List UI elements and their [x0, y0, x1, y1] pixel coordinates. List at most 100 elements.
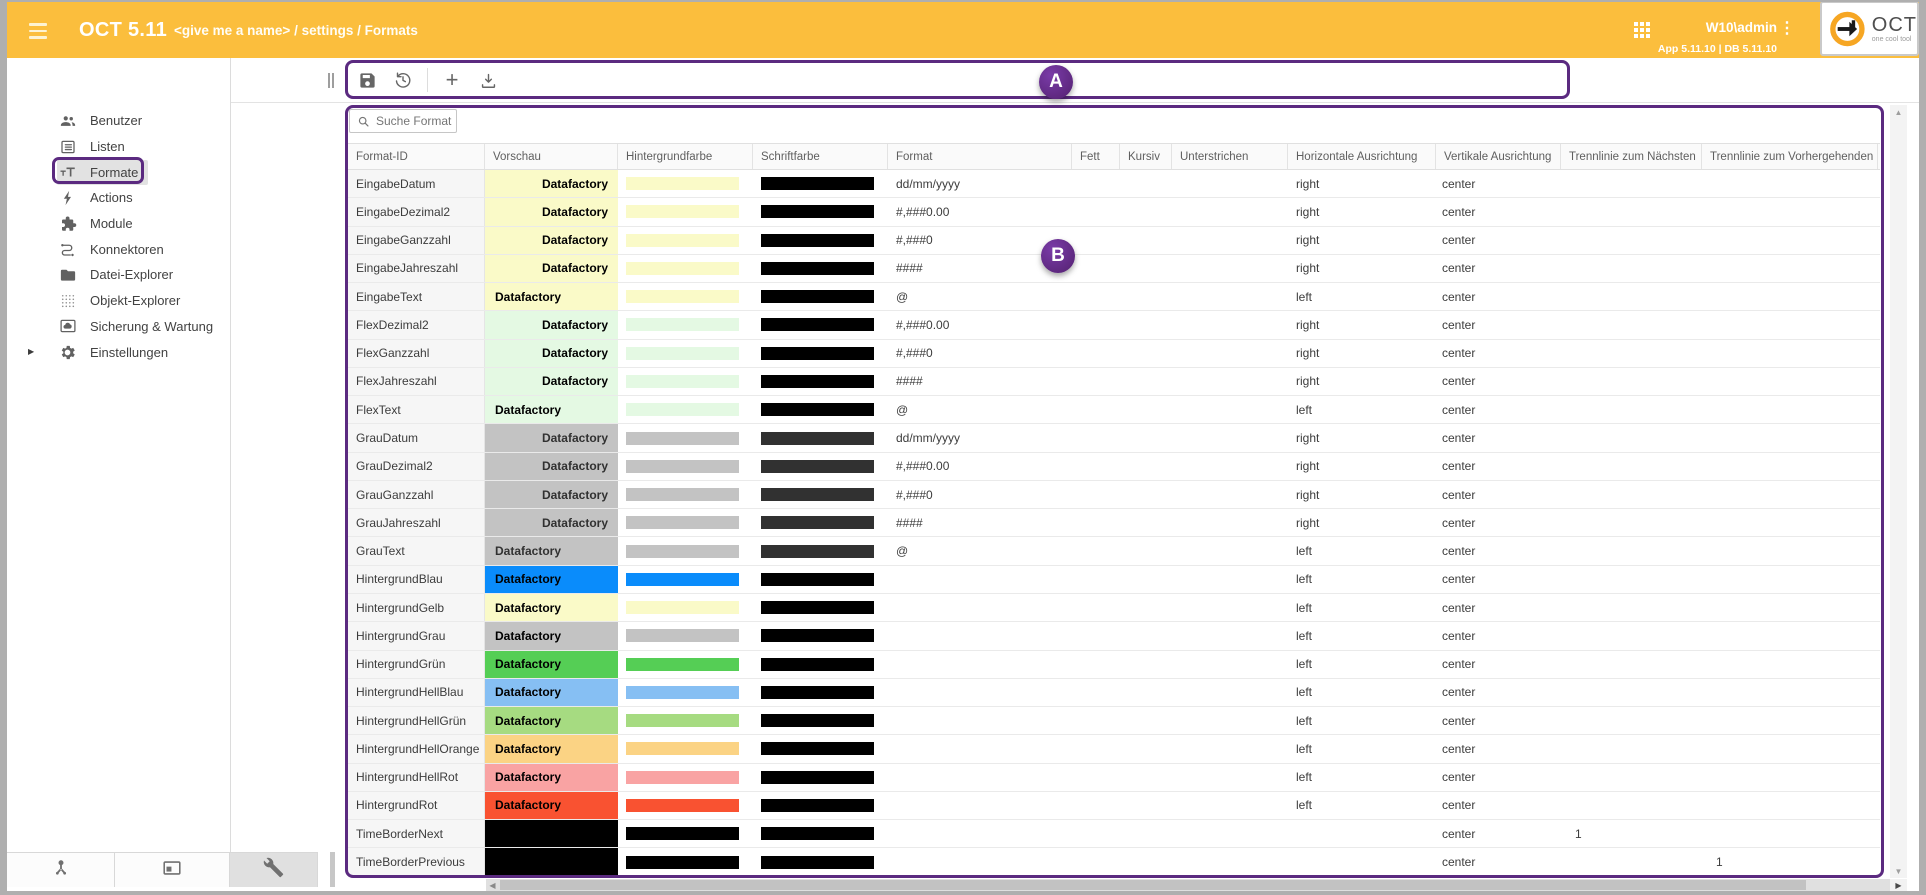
cell-background-color[interactable] [618, 622, 753, 649]
cell-underline[interactable] [1172, 651, 1288, 678]
cell-format-id[interactable]: GrauText [348, 537, 485, 564]
sidebar-item-sicherung-wartung[interactable]: Sicherung & Wartung [7, 314, 230, 340]
cell-background-color[interactable] [618, 481, 753, 508]
cell-format[interactable]: #,###0.00 [888, 198, 1072, 225]
cell-horizontal-align[interactable]: right [1288, 170, 1436, 197]
column-header[interactable]: Format-ID [348, 144, 485, 169]
cell-format[interactable] [888, 735, 1072, 762]
format-row-HintergrundHellOrange[interactable]: HintergrundHellOrangeDatafactoryleftcent… [348, 735, 1880, 763]
scroll-down-icon[interactable]: ▼ [1890, 864, 1907, 878]
column-header[interactable]: Trennlinie zum Vorhergehenden [1702, 144, 1878, 169]
cell-background-color[interactable] [618, 198, 753, 225]
cell-italic[interactable] [1120, 735, 1172, 762]
cell-format[interactable]: #,###0.00 [888, 311, 1072, 338]
cell-border-next[interactable] [1561, 170, 1702, 197]
cell-vertical-align[interactable]: center [1436, 764, 1561, 791]
cell-font-color[interactable] [753, 170, 888, 197]
cell-font-color[interactable] [753, 848, 888, 875]
cell-underline[interactable] [1172, 368, 1288, 395]
cell-format-id[interactable]: GrauJahreszahl [348, 509, 485, 536]
format-row-EingabeDatum[interactable]: EingabeDatumDatafactorydd/mm/yyyyrightce… [348, 170, 1880, 198]
cell-format-id[interactable]: HintergrundHellBlau [348, 679, 485, 706]
cell-vertical-align[interactable]: center [1436, 622, 1561, 649]
cell-format-id[interactable]: GrauGanzzahl [348, 481, 485, 508]
cell-border-previous[interactable] [1702, 396, 1878, 423]
cell-format[interactable]: #### [888, 368, 1072, 395]
cell-horizontal-align[interactable]: left [1288, 537, 1436, 564]
cell-format[interactable] [888, 820, 1072, 847]
cell-horizontal-align[interactable]: left [1288, 594, 1436, 621]
cell-bold[interactable] [1072, 651, 1120, 678]
cell-format-id[interactable]: FlexJahreszahl [348, 368, 485, 395]
cell-border-previous[interactable] [1702, 566, 1878, 593]
cell-background-color[interactable] [618, 679, 753, 706]
cell-bold[interactable] [1072, 453, 1120, 480]
cell-border-previous[interactable] [1702, 764, 1878, 791]
cell-underline[interactable] [1172, 509, 1288, 536]
cell-background-color[interactable] [618, 820, 753, 847]
cell-border-next[interactable] [1561, 848, 1702, 875]
cell-font-color[interactable] [753, 340, 888, 367]
download-button[interactable] [470, 64, 506, 96]
format-row-GrauDezimal2[interactable]: GrauDezimal2Datafactory#,###0.00rightcen… [348, 453, 1880, 481]
cell-format[interactable] [888, 792, 1072, 819]
cell-format-id[interactable]: TimeBorderPrevious [348, 848, 485, 875]
cell-preview[interactable]: Datafactory [485, 255, 618, 282]
cell-bold[interactable] [1072, 707, 1120, 734]
cell-preview[interactable]: Datafactory [485, 481, 618, 508]
cell-border-previous[interactable] [1702, 368, 1878, 395]
cell-format-id[interactable]: GrauDezimal2 [348, 453, 485, 480]
cell-format-id[interactable]: TimeBorderNext [348, 820, 485, 847]
cell-underline[interactable] [1172, 764, 1288, 791]
cell-border-next[interactable] [1561, 227, 1702, 254]
cell-background-color[interactable] [618, 764, 753, 791]
cell-border-previous[interactable] [1702, 537, 1878, 564]
cell-underline[interactable] [1172, 396, 1288, 423]
cell-horizontal-align[interactable]: right [1288, 481, 1436, 508]
cell-background-color[interactable] [618, 255, 753, 282]
cell-preview[interactable]: Datafactory [485, 396, 618, 423]
cell-border-next[interactable] [1561, 566, 1702, 593]
cell-font-color[interactable] [753, 537, 888, 564]
scroll-right-icon[interactable]: ▶ [1890, 879, 1907, 891]
cell-background-color[interactable] [618, 509, 753, 536]
format-row-GrauGanzzahl[interactable]: GrauGanzzahlDatafactory#,###0rightcenter [348, 481, 1880, 509]
cell-format[interactable]: @ [888, 396, 1072, 423]
cell-vertical-align[interactable]: center [1436, 679, 1561, 706]
cell-italic[interactable] [1120, 368, 1172, 395]
cell-border-next[interactable] [1561, 453, 1702, 480]
cell-vertical-align[interactable]: center [1436, 792, 1561, 819]
sidebar-item-formate[interactable]: Formate [7, 159, 230, 185]
cell-format[interactable] [888, 622, 1072, 649]
cell-font-color[interactable] [753, 396, 888, 423]
cell-italic[interactable] [1120, 820, 1172, 847]
cell-italic[interactable] [1120, 283, 1172, 310]
cell-preview[interactable]: Datafactory [485, 735, 618, 762]
cell-bold[interactable] [1072, 537, 1120, 564]
cell-format-id[interactable]: HintergrundHellOrange [348, 735, 485, 762]
sidebar-item-einstellungen[interactable]: ▶Einstellungen [7, 339, 230, 365]
cell-bold[interactable] [1072, 481, 1120, 508]
cell-preview[interactable]: Datafactory [485, 509, 618, 536]
cell-italic[interactable] [1120, 453, 1172, 480]
cell-bold[interactable] [1072, 820, 1120, 847]
column-header[interactable]: Schriftfarbe [753, 144, 888, 169]
cell-background-color[interactable] [618, 566, 753, 593]
cell-bold[interactable] [1072, 311, 1120, 338]
cell-border-previous[interactable] [1702, 707, 1878, 734]
cell-preview[interactable] [485, 848, 618, 875]
format-row-HintergrundGrau[interactable]: HintergrundGrauDatafactoryleftcenter [348, 622, 1880, 650]
cell-preview[interactable]: Datafactory [485, 170, 618, 197]
format-row-GrauText[interactable]: GrauTextDatafactory@leftcenter [348, 537, 1880, 565]
cell-border-previous[interactable] [1702, 820, 1878, 847]
cell-italic[interactable] [1120, 509, 1172, 536]
cell-vertical-align[interactable]: center [1436, 594, 1561, 621]
cell-bold[interactable] [1072, 340, 1120, 367]
cell-italic[interactable] [1120, 707, 1172, 734]
cell-bold[interactable] [1072, 170, 1120, 197]
cell-format[interactable] [888, 764, 1072, 791]
cell-italic[interactable] [1120, 481, 1172, 508]
cell-bold[interactable] [1072, 283, 1120, 310]
cell-background-color[interactable] [618, 340, 753, 367]
cell-preview[interactable]: Datafactory [485, 311, 618, 338]
